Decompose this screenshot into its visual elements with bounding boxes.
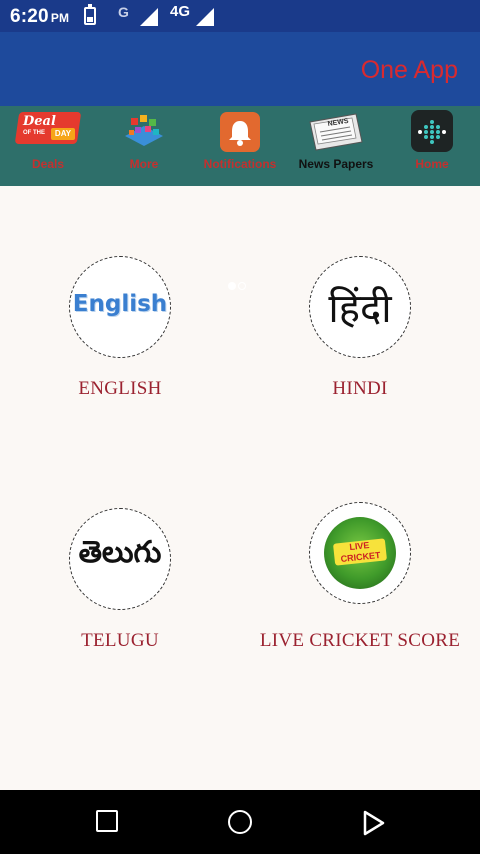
deals-icon: Deal OF THE DAY bbox=[14, 112, 82, 150]
telugu-glyph: తెలుగు bbox=[78, 535, 162, 570]
page-dot-active bbox=[228, 282, 236, 290]
signal-icon bbox=[140, 8, 158, 26]
nav-item-notifications[interactable]: Notifications bbox=[192, 106, 288, 178]
language-card-live-cricket[interactable]: LIVE CRICKET LIVE CRICKET SCORE bbox=[260, 502, 460, 662]
deals-word: Deal bbox=[23, 114, 56, 129]
hindi-badge: हिंदी bbox=[309, 256, 411, 358]
language-label-english: ENGLISH bbox=[78, 378, 162, 399]
cricket-badge: LIVE CRICKET bbox=[309, 502, 411, 604]
deals-day: DAY bbox=[51, 128, 75, 140]
status-time: 6:20 PM bbox=[10, 6, 69, 28]
nav-label-home: Home bbox=[415, 157, 449, 171]
clock-ampm: PM bbox=[50, 11, 70, 25]
cricket-banner: LIVE CRICKET bbox=[332, 538, 388, 566]
circle-icon[interactable] bbox=[228, 810, 252, 834]
page-dot-inactive bbox=[238, 282, 246, 290]
signal-icon bbox=[196, 8, 214, 26]
home-dots-icon bbox=[411, 110, 453, 152]
bell-icon bbox=[220, 112, 260, 152]
language-card-hindi[interactable]: हिंदी HINDI bbox=[260, 256, 460, 416]
page-indicator bbox=[228, 282, 248, 300]
app-header: One App bbox=[0, 32, 480, 106]
nav-label-news-papers: News Papers bbox=[298, 157, 374, 171]
language-card-telugu[interactable]: తెలుగు TELUGU bbox=[20, 508, 220, 668]
language-label-live-cricket: LIVE CRICKET SCORE bbox=[259, 630, 461, 651]
nav-label-notifications: Notifications bbox=[203, 157, 277, 171]
nav-label-deals: Deals bbox=[31, 157, 65, 171]
newspaper-icon: NEWS bbox=[306, 112, 366, 152]
battery-icon bbox=[84, 4, 96, 25]
deals-of-the: OF THE bbox=[23, 130, 45, 136]
nav-item-more[interactable]: More bbox=[96, 106, 192, 178]
network-4g-label: 4G bbox=[170, 3, 191, 20]
language-label-hindi: HINDI bbox=[332, 378, 388, 399]
status-bar: 6:20 PM G 4G bbox=[0, 0, 480, 32]
triangle-icon[interactable] bbox=[362, 810, 386, 841]
hindi-glyph: हिंदी bbox=[328, 286, 392, 332]
clock-time: 6:20 bbox=[10, 6, 49, 27]
language-card-english[interactable]: English ENGLISH bbox=[20, 256, 220, 416]
square-icon[interactable] bbox=[96, 810, 118, 832]
more-apps-icon bbox=[121, 112, 167, 152]
language-label-telugu: TELUGU bbox=[81, 630, 159, 651]
english-badge: English bbox=[69, 256, 171, 358]
nav-label-more: More bbox=[129, 157, 159, 171]
telugu-badge: తెలుగు bbox=[69, 508, 171, 610]
network-g-label: G bbox=[118, 4, 129, 20]
system-nav-bar bbox=[0, 790, 480, 854]
english-glyph: English bbox=[72, 291, 168, 317]
nav-item-news-papers[interactable]: NEWS News Papers bbox=[288, 106, 384, 178]
cricket-ground-icon: LIVE CRICKET bbox=[324, 517, 396, 589]
nav-item-deals[interactable]: Deal OF THE DAY Deals bbox=[0, 106, 96, 178]
nav-strip: Deal OF THE DAY Deals More Notifications… bbox=[0, 106, 480, 290]
nav-item-home[interactable]: Home bbox=[384, 106, 480, 178]
app-title: One App bbox=[360, 56, 458, 84]
